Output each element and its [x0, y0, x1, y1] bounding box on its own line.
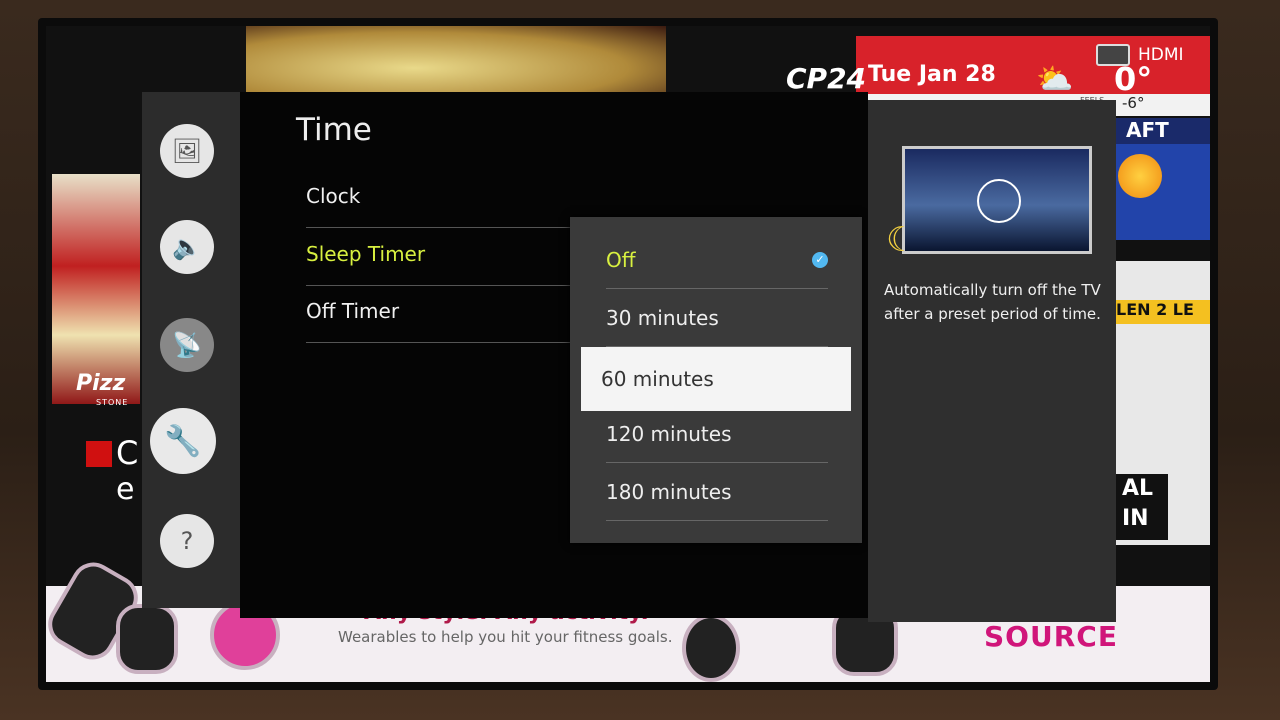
- picture-icon[interactable]: 🖼: [160, 124, 214, 178]
- pizza-logo: Pizz: [76, 371, 126, 396]
- menu-item-label: Sleep Timer: [306, 242, 426, 266]
- info-description: Automatically turn off the TV after a pr…: [884, 281, 1101, 323]
- page-title: Time: [296, 112, 372, 148]
- menu-item-sleep-timer[interactable]: Sleep Timer: [306, 242, 576, 286]
- option-off[interactable]: Off ✓: [606, 231, 828, 289]
- pizza-image: [52, 174, 140, 404]
- option-120-minutes[interactable]: 120 minutes: [606, 405, 828, 463]
- broadcasting-icon[interactable]: 📡: [160, 318, 214, 372]
- input-indicator: HDMI: [1096, 44, 1184, 66]
- hdmi-icon: [1096, 44, 1130, 66]
- feels-value: -6°: [1122, 94, 1145, 112]
- sound-icon[interactable]: 🔈: [160, 220, 214, 274]
- pizza-logo-sub: STONE: [96, 398, 129, 407]
- option-60-minutes[interactable]: 60 minutes: [581, 347, 851, 411]
- red-square: [86, 441, 112, 467]
- cp24-logo: CP24: [786, 62, 867, 95]
- general-wrench-icon[interactable]: 🔧: [150, 408, 216, 474]
- option-180-minutes[interactable]: 180 minutes: [606, 463, 828, 521]
- support-icon[interactable]: ?: [160, 514, 214, 568]
- ad-brand-logo: SOURCE: [984, 620, 1118, 653]
- option-label: 180 minutes: [606, 480, 732, 504]
- option-30-minutes[interactable]: 30 minutes: [606, 289, 828, 347]
- settings-sidebar: 🖼 🔈 📡 🔧 ?: [142, 92, 240, 608]
- menu-item-label: Off Timer: [306, 299, 400, 323]
- option-label: Off: [606, 248, 636, 272]
- ticker-box: AL IN: [1116, 474, 1168, 540]
- watch-image: [116, 604, 178, 674]
- checkmark-icon: ✓: [812, 252, 828, 268]
- option-label: 120 minutes: [606, 422, 732, 446]
- clock-icon: [977, 179, 1021, 223]
- tv-screen: Pizz STONE C e CP24 Tue Jan 28 ⛅ 0° HDMI…: [46, 26, 1210, 682]
- option-label: 60 minutes: [601, 367, 714, 391]
- ticker-fragment: IN: [1122, 506, 1149, 531]
- left-fragment-2: e: [116, 472, 135, 507]
- ad-subline: Wearables to help you hit your fitness g…: [338, 628, 673, 646]
- watch-image: [682, 614, 740, 682]
- food-image: [246, 26, 666, 96]
- menu-item-label: Clock: [306, 184, 361, 208]
- ticker-fragment: AL: [1122, 476, 1154, 501]
- sun-icon: [1118, 154, 1162, 198]
- info-panel: ☾ Automatically turn off the TV after a …: [868, 100, 1116, 622]
- sleep-timer-dropdown: Off ✓ 30 minutes 60 minutes 120 minutes …: [570, 217, 862, 543]
- option-label: 30 minutes: [606, 306, 719, 330]
- weather-icon: ⛅: [1036, 62, 1074, 97]
- input-label: HDMI: [1138, 45, 1184, 65]
- menu-item-clock[interactable]: Clock: [306, 184, 576, 228]
- moon-cloud-icon: ☾: [886, 220, 917, 260]
- broadcast-date: Tue Jan 28: [868, 62, 996, 87]
- menu-item-off-timer[interactable]: Off Timer: [306, 299, 576, 343]
- sleep-timer-preview-image: [902, 146, 1092, 254]
- left-fragment: C: [116, 434, 139, 472]
